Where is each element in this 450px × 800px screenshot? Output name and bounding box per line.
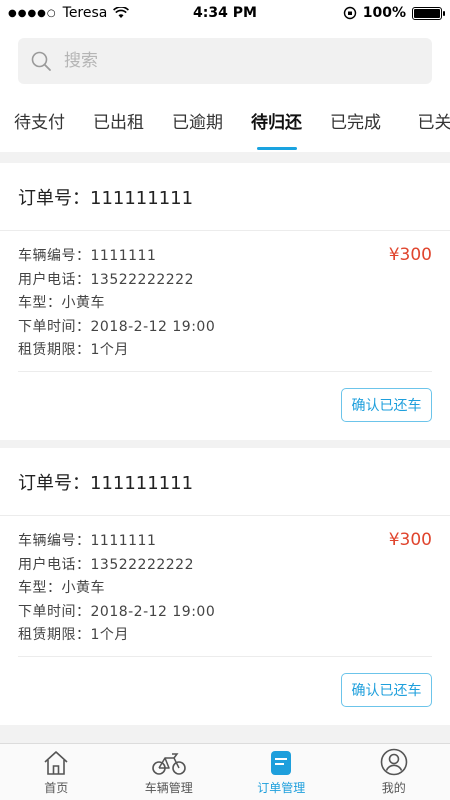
order-actions: 确认已还车 — [0, 372, 450, 440]
tab-rented[interactable]: 已出租 — [79, 98, 158, 152]
order-price: ¥300 — [388, 245, 432, 265]
tab-bar-profile[interactable]: 我的 — [338, 744, 450, 800]
order-number: 订单号：111111111 — [0, 448, 450, 516]
bottom-tab-bar: 首页 车辆管理 订单管理 我的 — [0, 743, 450, 800]
wifi-icon — [113, 7, 130, 18]
tab-bar-orders[interactable]: 订单管理 — [225, 744, 338, 800]
order-time: 下单时间：2018-2-12 19:00 — [18, 603, 216, 620]
tab-bar-label: 我的 — [381, 781, 406, 795]
lease-term: 租赁期限：1个月 — [18, 627, 129, 643]
confirm-return-button[interactable]: 确认已还车 — [341, 673, 432, 707]
carrier-name: Teresa — [62, 5, 108, 21]
tab-pending-return[interactable]: 待归还 — [237, 98, 316, 152]
search-box[interactable] — [18, 38, 432, 84]
bike-icon — [151, 753, 186, 775]
status-left: ●●●●○ Teresa — [8, 5, 130, 21]
home-icon — [44, 751, 68, 775]
order-status-tabs: 待支付 已出租 已逾期 待归还 已完成 已关 — [0, 98, 450, 152]
tab-closed[interactable]: 已关 — [395, 98, 450, 152]
order-actions: 确认已还车 — [0, 657, 450, 725]
user-phone: 用户电话：13522222222 — [18, 556, 194, 573]
tab-overdue[interactable]: 已逾期 — [158, 98, 237, 152]
orientation-lock-icon — [343, 6, 356, 20]
tab-bar-home[interactable]: 首页 — [0, 744, 113, 800]
order-details: 车辆编号：1111111 用户电话：13522222222 车型：小黄车 下单时… — [0, 231, 450, 371]
order-time: 下单时间：2018-2-12 19:00 — [18, 318, 216, 335]
vehicle-number: 车辆编号：1111111 — [18, 533, 157, 549]
vehicle-number: 车辆编号：1111111 — [18, 248, 157, 264]
order-price: ¥300 — [388, 530, 432, 550]
order-details: 车辆编号：1111111 用户电话：13522222222 车型：小黄车 下单时… — [0, 516, 450, 656]
confirm-return-button[interactable]: 确认已还车 — [341, 388, 432, 422]
order-card: 订单号：111111111 车辆编号：1111111 用户电话：13522222… — [0, 448, 450, 725]
tab-bar-label: 车辆管理 — [144, 781, 193, 795]
status-right: 100% — [343, 5, 445, 21]
tab-bar-label: 订单管理 — [257, 781, 306, 795]
search-icon — [31, 51, 51, 71]
order-card: 订单号：111111111 车辆编号：1111111 用户电话：13522222… — [0, 163, 450, 440]
order-icon — [271, 751, 292, 775]
user-icon — [380, 748, 408, 776]
order-number: 订单号：111111111 — [0, 163, 450, 231]
search-area — [0, 26, 450, 98]
user-phone: 用户电话：13522222222 — [18, 271, 194, 288]
battery-icon — [412, 6, 445, 20]
tab-bar-vehicles[interactable]: 车辆管理 — [113, 744, 226, 800]
signal-icon: ●●●●○ — [8, 7, 57, 19]
battery-percent: 100% — [362, 5, 406, 21]
tab-pending-payment[interactable]: 待支付 — [0, 98, 79, 152]
status-bar: ●●●●○ Teresa 4:34 PM 100% — [0, 0, 450, 26]
tab-completed[interactable]: 已完成 — [316, 98, 395, 152]
tab-bar-label: 首页 — [44, 781, 69, 795]
vehicle-model: 车型：小黄车 — [18, 580, 105, 596]
lease-term: 租赁期限：1个月 — [18, 342, 129, 358]
vehicle-model: 车型：小黄车 — [18, 295, 105, 311]
search-input[interactable] — [64, 51, 364, 71]
